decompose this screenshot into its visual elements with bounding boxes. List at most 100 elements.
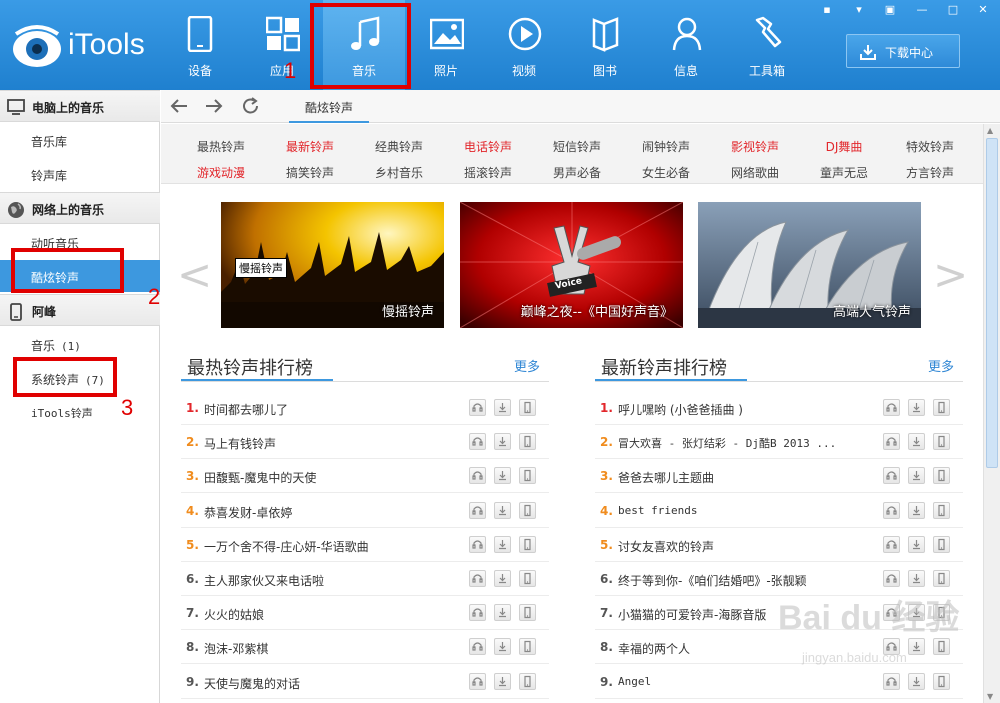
download-icon[interactable] [494, 501, 511, 519]
send-to-device-icon[interactable] [519, 672, 536, 690]
play-preview-icon[interactable] [469, 638, 486, 656]
download-icon[interactable] [494, 535, 511, 553]
download-icon[interactable] [908, 433, 925, 451]
sidebar-item-device-music[interactable]: 音乐 (1) [0, 328, 160, 360]
ringtone-title[interactable]: 马上有钱铃声 [204, 435, 276, 452]
category-link[interactable]: 网络歌曲 [711, 164, 799, 181]
ringtone-title[interactable]: 田馥甄-魔鬼中的天使 [204, 469, 316, 486]
nav-toolbox[interactable]: 工具箱 [726, 0, 808, 90]
play-preview-icon[interactable] [883, 501, 900, 519]
menu-icon[interactable]: ▣ [881, 3, 899, 17]
ringtone-title[interactable]: 泡沫-邓紫棋 [204, 640, 268, 657]
nav-books[interactable]: 图书 [564, 0, 646, 90]
send-to-device-icon[interactable] [519, 570, 536, 587]
ranking-row[interactable]: 3. 爸爸去哪儿主题曲 [595, 459, 963, 494]
category-link[interactable]: 影视铃声 [711, 138, 799, 155]
ringtone-title[interactable]: 爸爸去哪儿主题曲 [618, 469, 714, 486]
ranking-row[interactable]: 2. 马上有钱铃声 [181, 425, 549, 460]
play-preview-icon[interactable] [469, 604, 486, 622]
banner-voice-of-china[interactable]: Voice 巅峰之夜--《中国好声音》 [460, 202, 683, 328]
download-icon[interactable] [908, 570, 925, 587]
send-to-device-icon[interactable] [519, 433, 536, 451]
banner-slow-rock[interactable]: 慢摇铃声 慢摇铃声 [221, 202, 444, 328]
category-link[interactable]: 游戏动漫 [177, 164, 265, 181]
download-icon[interactable] [908, 501, 925, 519]
nav-video[interactable]: 视频 [483, 0, 565, 90]
category-link[interactable]: 特效铃声 [886, 138, 974, 155]
send-to-device-icon[interactable] [519, 467, 536, 485]
ranking-row[interactable]: 7. 火火的姑娘 [181, 596, 549, 631]
send-to-device-icon[interactable] [519, 501, 536, 519]
ranking-row[interactable]: 4. best friends [595, 494, 963, 528]
ranking-row[interactable]: 1. 时间都去哪儿了 [181, 391, 549, 425]
ranking-row[interactable]: 1. 呼儿嘿哟 (小爸爸插曲 ) [595, 391, 963, 425]
carousel-next-icon[interactable]: > [933, 250, 968, 299]
scroll-down-icon[interactable]: ▼ [987, 692, 993, 701]
send-to-device-icon[interactable] [933, 535, 950, 553]
sidebar-item-music-library[interactable]: 音乐库 [0, 124, 160, 156]
send-to-device-icon[interactable] [933, 501, 950, 519]
send-to-device-icon[interactable] [933, 467, 950, 485]
play-preview-icon[interactable] [883, 535, 900, 553]
ringtone-title[interactable]: 主人那家伙又来电话啦 [204, 572, 324, 589]
sidebar-item-itools-ringtones[interactable]: iTools铃声 [0, 396, 160, 428]
send-to-device-icon[interactable] [519, 604, 536, 622]
refresh-icon[interactable] [241, 97, 261, 115]
category-link[interactable]: 男声必备 [533, 164, 621, 181]
scroll-thumb[interactable] [986, 138, 998, 468]
nav-photos[interactable]: 照片 [405, 0, 487, 90]
sidebar-item-ringtone-library[interactable]: 铃声库 [0, 158, 160, 190]
send-to-device-icon[interactable] [933, 570, 950, 587]
category-link[interactable]: DJ舞曲 [800, 138, 888, 155]
download-icon[interactable] [494, 672, 511, 690]
send-to-device-icon[interactable] [519, 535, 536, 553]
category-link[interactable]: 搞笑铃声 [266, 164, 354, 181]
download-icon[interactable] [494, 638, 511, 656]
category-link[interactable]: 短信铃声 [533, 138, 621, 155]
ranking-row[interactable]: 5. 讨女友喜欢的铃声 [595, 528, 963, 562]
skin-shirt-icon[interactable]: ▾ [850, 3, 868, 17]
play-preview-icon[interactable] [883, 433, 900, 451]
send-to-device-icon[interactable] [519, 638, 536, 656]
maximize-icon[interactable]: □ [944, 3, 962, 17]
ranking-row[interactable]: 2. 冒大欢喜 - 张灯结彩 - Dj酷B 2013 ... [595, 425, 963, 460]
ringtone-title[interactable]: 天使与魔鬼的对话 [204, 675, 300, 692]
ringtone-title[interactable]: 呼儿嘿哟 (小爸爸插曲 ) [618, 401, 743, 418]
download-icon[interactable] [908, 399, 925, 416]
play-preview-icon[interactable] [469, 501, 486, 519]
ringtone-title[interactable]: Angel [618, 675, 651, 688]
play-preview-icon[interactable] [469, 672, 486, 690]
play-preview-icon[interactable] [469, 535, 486, 553]
download-icon[interactable] [908, 535, 925, 553]
ringtone-title[interactable]: best friends [618, 504, 697, 517]
download-icon[interactable] [494, 433, 511, 451]
back-arrow-icon[interactable] [169, 97, 189, 115]
category-link[interactable]: 方言铃声 [886, 164, 974, 181]
play-preview-icon[interactable] [469, 570, 486, 587]
ringtone-title[interactable]: 讨女友喜欢的铃声 [618, 538, 714, 555]
category-link[interactable]: 最热铃声 [177, 138, 265, 155]
download-center-button[interactable]: 下载中心 [846, 34, 960, 68]
ranking-row[interactable]: 9. 天使与魔鬼的对话 [181, 665, 549, 699]
download-icon[interactable] [494, 467, 511, 485]
carousel-prev-icon[interactable]: < [177, 250, 212, 299]
category-link[interactable]: 摇滚铃声 [444, 164, 532, 181]
category-link[interactable]: 经典铃声 [355, 138, 443, 155]
download-icon[interactable] [908, 467, 925, 485]
nav-device[interactable]: 设备 [159, 0, 241, 90]
ringtone-title[interactable]: 一万个舍不得-庄心妍-华语歌曲 [204, 538, 369, 555]
feedback-icon[interactable]: ▪ [818, 3, 836, 17]
download-icon[interactable] [494, 399, 511, 416]
ringtone-title[interactable]: 冒大欢喜 - 张灯结彩 - Dj酷B 2013 ... [618, 435, 836, 451]
download-icon[interactable] [494, 570, 511, 587]
category-link[interactable]: 乡村音乐 [355, 164, 443, 181]
category-link[interactable]: 电话铃声 [444, 138, 532, 155]
ringtone-title[interactable]: 恭喜发财-卓依婷 [204, 504, 292, 521]
forward-arrow-icon[interactable] [204, 97, 224, 115]
play-preview-icon[interactable] [469, 399, 486, 416]
category-link[interactable]: 闹钟铃声 [622, 138, 710, 155]
ringtone-title[interactable]: 时间都去哪儿了 [204, 401, 288, 418]
download-icon[interactable] [494, 604, 511, 622]
nav-messages[interactable]: 信息 [645, 0, 727, 90]
ringtone-title[interactable]: 终于等到你-《咱们结婚吧》-张靓颖 [618, 572, 807, 589]
